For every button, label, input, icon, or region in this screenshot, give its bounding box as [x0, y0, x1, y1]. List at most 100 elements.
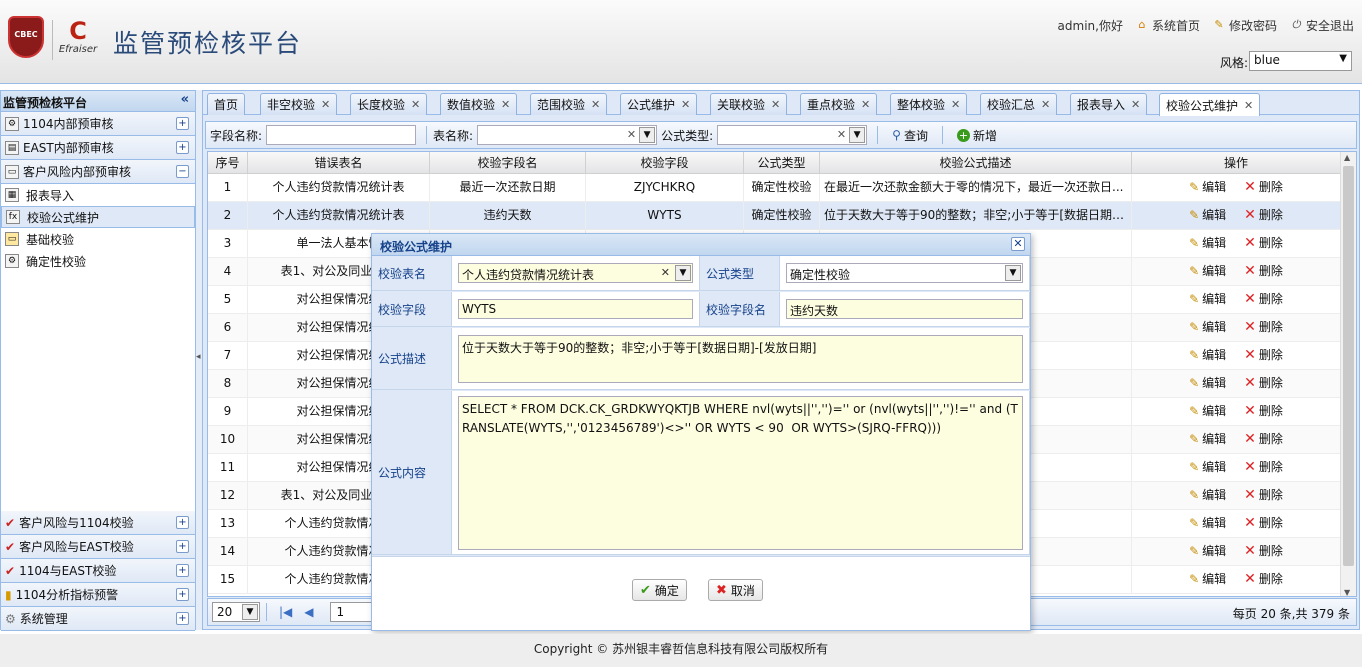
delete-button[interactable]: ✕ 删除	[1244, 454, 1283, 481]
edit-button[interactable]: ✎ 编辑	[1189, 398, 1226, 425]
formula-type-combo[interactable]: ✕ ▼	[717, 125, 868, 145]
logout-link[interactable]: ⏻ 安全退出	[1289, 16, 1354, 34]
table-row[interactable]: 1 个人违约贷款情况统计表 最近一次还款日期 ZJYCHKRQ 确定性校验 在最近一次还款…	[208, 174, 1341, 202]
column-header[interactable]: 校验公式描述	[820, 152, 1132, 173]
sidebar-item-basic-check[interactable]: ▭ 基础校验	[1, 228, 195, 250]
tab-check-summary[interactable]: 校验汇总 ✕	[980, 93, 1058, 115]
change-password-link[interactable]: ✎ 修改密码	[1212, 16, 1277, 34]
delete-button[interactable]: ✕ 删除	[1244, 398, 1283, 425]
scroll-down-icon[interactable]: ▼	[1344, 588, 1350, 596]
close-icon[interactable]: ✕	[951, 98, 960, 111]
close-icon[interactable]: ✕	[501, 98, 510, 111]
page-size-select[interactable]: 20 ▼	[212, 602, 260, 622]
clear-icon[interactable]: ✕	[837, 128, 846, 141]
edit-button[interactable]: ✎ 编辑	[1189, 426, 1226, 453]
column-header[interactable]: 校验字段名	[430, 152, 586, 173]
delete-button[interactable]: ✕ 删除	[1244, 566, 1283, 593]
expand-icon[interactable]: +	[176, 540, 189, 553]
delete-button[interactable]: ✕ 删除	[1244, 370, 1283, 397]
table-name-combo[interactable]: ✕ ▼	[477, 125, 658, 145]
delete-button[interactable]: ✕ 删除	[1244, 258, 1283, 285]
tab-numeric-check[interactable]: 数值校验 ✕	[440, 93, 518, 115]
sidebar-group-1104-east[interactable]: ✔ 1104与EAST校验 +	[1, 559, 195, 583]
chevron-down-icon[interactable]: ▼	[1005, 265, 1021, 281]
delete-button[interactable]: ✕ 删除	[1244, 426, 1283, 453]
cancel-button[interactable]: ✖ 取消	[708, 579, 763, 601]
scroll-up-icon[interactable]: ▲	[1344, 153, 1350, 162]
sidebar-group-risk-east[interactable]: ✔ 客户风险与EAST校验 +	[1, 535, 195, 559]
column-header[interactable]: 公式类型	[744, 152, 820, 173]
edit-button[interactable]: ✎ 编辑	[1189, 314, 1226, 341]
tab-formula-maintenance[interactable]: 校验公式维护 ✕	[1159, 93, 1261, 116]
delete-button[interactable]: ✕ 删除	[1244, 230, 1283, 257]
delete-button[interactable]: ✕ 删除	[1244, 538, 1283, 565]
delete-button[interactable]: ✕ 删除	[1244, 314, 1283, 341]
close-icon[interactable]: ✕	[1131, 98, 1140, 111]
edit-button[interactable]: ✎ 编辑	[1189, 174, 1226, 201]
expand-icon[interactable]: +	[176, 516, 189, 529]
edit-button[interactable]: ✎ 编辑	[1189, 510, 1226, 537]
edit-button[interactable]: ✎ 编辑	[1189, 286, 1226, 313]
table-name-combo[interactable]: 个人违约贷款情况统计表 ✕ ▼	[458, 263, 693, 283]
vertical-scrollbar[interactable]: ▲ ▼	[1340, 152, 1356, 596]
expand-icon[interactable]: +	[176, 141, 189, 154]
sidebar-group-customer-risk[interactable]: ▭ 客户风险内部预审核 −	[1, 160, 195, 184]
tab-relation-check[interactable]: 关联校验 ✕	[710, 93, 788, 115]
column-header[interactable]: 校验字段	[586, 152, 744, 173]
edit-button[interactable]: ✎ 编辑	[1189, 482, 1226, 509]
query-button[interactable]: ⚲ 查询	[892, 127, 928, 144]
close-icon[interactable]: ✕	[1244, 99, 1253, 112]
content-textarea[interactable]: SELECT * FROM DCK.CK_GRDKWYQKTJB WHERE n…	[458, 395, 1023, 550]
edit-button[interactable]: ✎ 编辑	[1189, 566, 1226, 593]
close-icon[interactable]: ✕	[771, 98, 780, 111]
expand-icon[interactable]: +	[176, 564, 189, 577]
ok-button[interactable]: ✔ 确定	[632, 579, 687, 601]
sidebar-item-formula-maintenance[interactable]: fx 校验公式维护	[1, 206, 195, 228]
style-select[interactable]: blue ▼	[1249, 51, 1352, 71]
clear-icon[interactable]: ✕	[661, 266, 670, 279]
edit-button[interactable]: ✎ 编辑	[1189, 538, 1226, 565]
close-icon[interactable]: ✕	[411, 98, 420, 111]
add-button[interactable]: + 新增	[956, 127, 997, 144]
tab-range-check[interactable]: 范围校验 ✕	[530, 93, 608, 115]
sidebar-group-system-admin[interactable]: ⚙ 系统管理 +	[1, 607, 195, 631]
delete-button[interactable]: ✕ 删除	[1244, 482, 1283, 509]
close-icon[interactable]: ✕	[591, 98, 600, 111]
close-icon[interactable]: ✕	[1041, 98, 1050, 111]
field-name-input[interactable]	[266, 125, 417, 145]
delete-button[interactable]: ✕ 删除	[1244, 286, 1283, 313]
sidebar-item-deterministic-check[interactable]: ⚙ 确定性校验	[1, 250, 195, 272]
sidebar-group-east[interactable]: ▤ EAST内部预审核 +	[1, 136, 195, 160]
column-header[interactable]: 错误表名	[248, 152, 430, 173]
chevron-down-icon[interactable]: ▼	[675, 265, 691, 281]
sidebar-group-analysis-alert[interactable]: ▮ 1104分析指标预警 +	[1, 583, 195, 607]
close-icon[interactable]: ✕	[681, 98, 690, 111]
tab-overall-check[interactable]: 整体校验 ✕	[890, 93, 968, 115]
close-icon[interactable]: ✕	[1011, 237, 1025, 251]
description-textarea[interactable]: 位于天数大于等于90的整数；非空;小于等于[数据日期]-[发放日期]	[458, 334, 1023, 383]
tab-formula[interactable]: 公式维护 ✕	[620, 93, 698, 115]
table-row[interactable]: 2 个人违约贷款情况统计表 违约天数 WYTS 确定性校验 位于天数大于等于90的整数；非…	[208, 202, 1341, 230]
tab-home[interactable]: 首页	[207, 93, 246, 115]
chevron-down-icon[interactable]: ▼	[639, 127, 656, 143]
column-header[interactable]: 序号	[208, 152, 248, 173]
close-icon[interactable]: ✕	[861, 98, 870, 111]
prev-page-button[interactable]: ◀	[304, 605, 313, 619]
delete-button[interactable]: ✕ 删除	[1244, 342, 1283, 369]
close-icon[interactable]: ✕	[321, 98, 330, 111]
clear-icon[interactable]: ✕	[627, 128, 636, 141]
delete-button[interactable]: ✕ 删除	[1244, 202, 1283, 229]
expand-icon[interactable]: +	[176, 588, 189, 601]
delete-button[interactable]: ✕ 删除	[1244, 174, 1283, 201]
scrollbar-thumb[interactable]	[1343, 166, 1354, 566]
expand-icon[interactable]: +	[176, 117, 189, 130]
tab-nonnull-check[interactable]: 非空校验 ✕	[260, 93, 338, 115]
tab-length-check[interactable]: 长度校验 ✕	[350, 93, 428, 115]
sidebar-group-risk-1104[interactable]: ✔ 客户风险与1104校验 +	[1, 511, 195, 535]
edit-button[interactable]: ✎ 编辑	[1189, 258, 1226, 285]
delete-button[interactable]: ✕ 删除	[1244, 510, 1283, 537]
edit-button[interactable]: ✎ 编辑	[1189, 454, 1226, 481]
edit-button[interactable]: ✎ 编辑	[1189, 202, 1226, 229]
collapse-arrow-icon[interactable]: ◂	[196, 352, 201, 362]
edit-button[interactable]: ✎ 编辑	[1189, 342, 1226, 369]
